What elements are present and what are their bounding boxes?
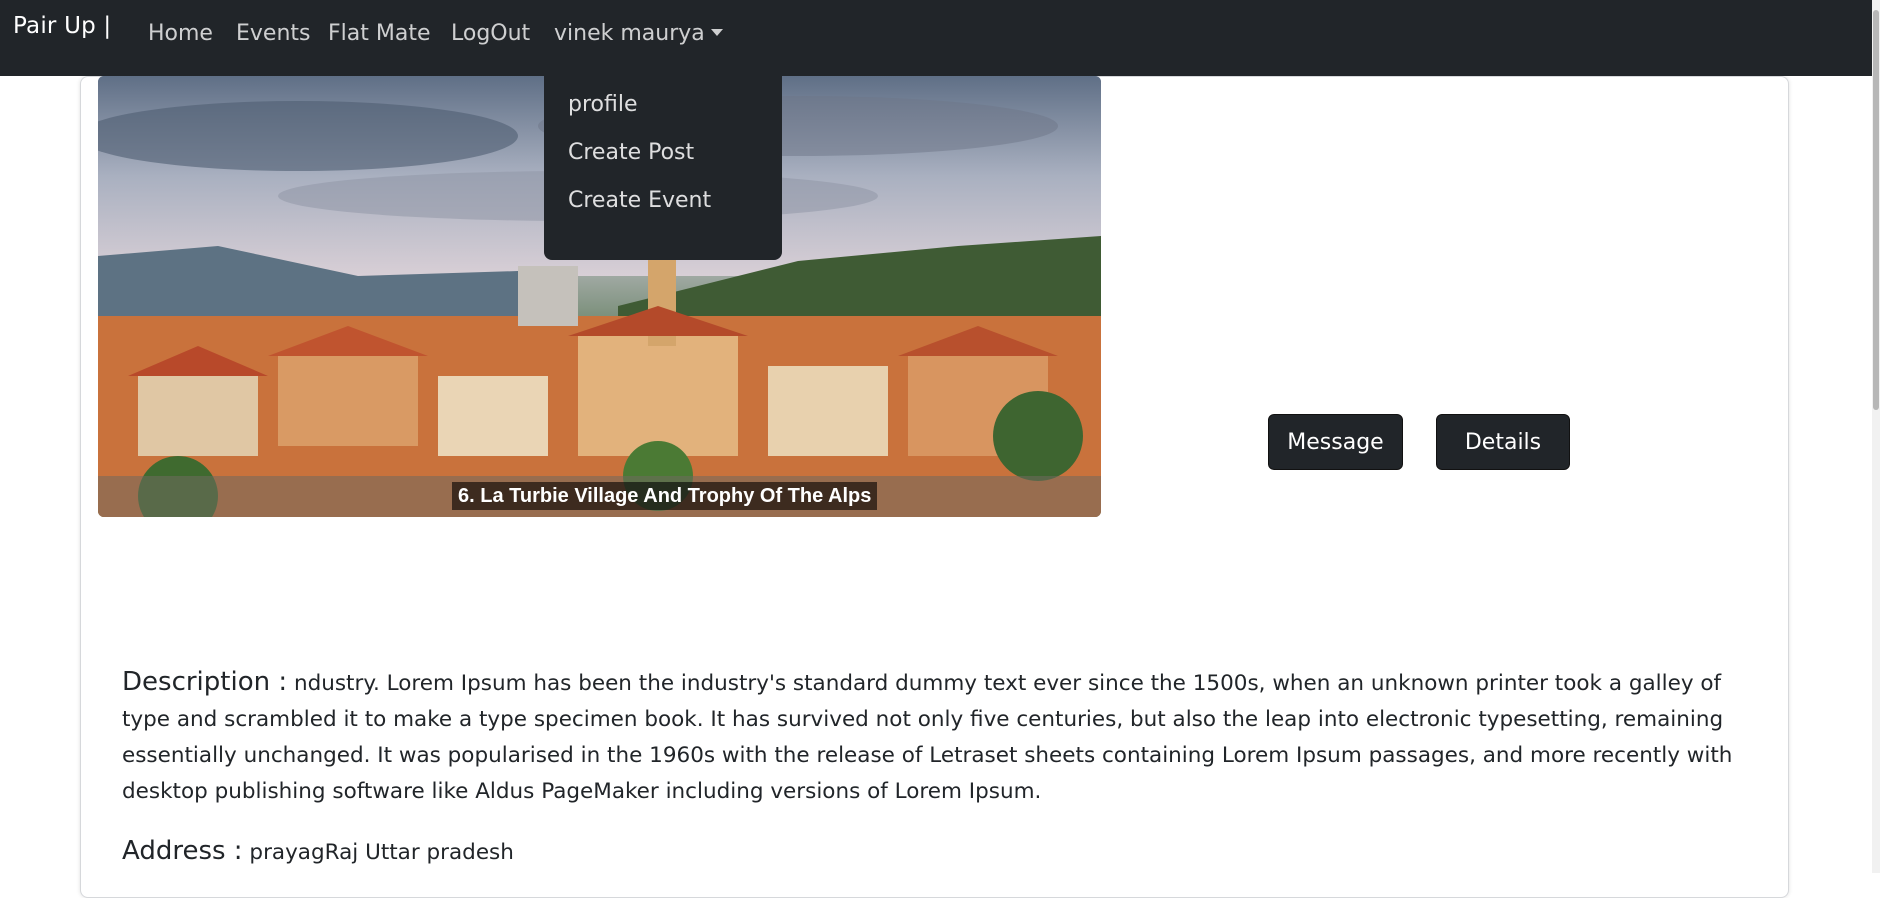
message-button[interactable]: Message (1268, 414, 1403, 470)
address-block: Address : prayagRaj Uttar pradesh (122, 833, 514, 871)
scrollbar-thumb[interactable] (1873, 10, 1879, 410)
dropdown-item-create-post[interactable]: Create Post (568, 140, 694, 165)
details-button[interactable]: Details (1436, 414, 1570, 470)
image-caption: 6. La Turbie Village And Trophy Of The A… (452, 482, 878, 510)
dropdown-item-create-event[interactable]: Create Event (568, 188, 711, 213)
user-menu-label: vinek maurya (554, 21, 705, 46)
user-menu-toggle[interactable]: vinek maurya (554, 21, 723, 46)
description-text: ndustry. Lorem Ipsum has been the indust… (122, 671, 1733, 804)
address-label: Address : (122, 836, 243, 866)
page-scrollbar[interactable] (1872, 0, 1880, 873)
description-label: Description : (122, 667, 288, 697)
nav-home-link[interactable]: Home (148, 21, 213, 46)
top-navbar: Pair Up | Home Events Flat Mate LogOut v… (0, 0, 1872, 76)
nav-logout-link[interactable]: LogOut (451, 21, 530, 46)
address-text: prayagRaj Uttar pradesh (249, 840, 514, 865)
caret-down-icon (710, 29, 723, 36)
nav-flatmate-link[interactable]: Flat Mate (328, 21, 431, 46)
dropdown-item-profile[interactable]: profile (568, 92, 638, 117)
description-block: Description : ndustry. Lorem Ipsum has b… (122, 664, 1752, 810)
brand-logo[interactable]: Pair Up | (13, 13, 111, 39)
user-dropdown-menu: profile Create Post Create Event (544, 76, 782, 260)
nav-events-link[interactable]: Events (236, 21, 311, 46)
